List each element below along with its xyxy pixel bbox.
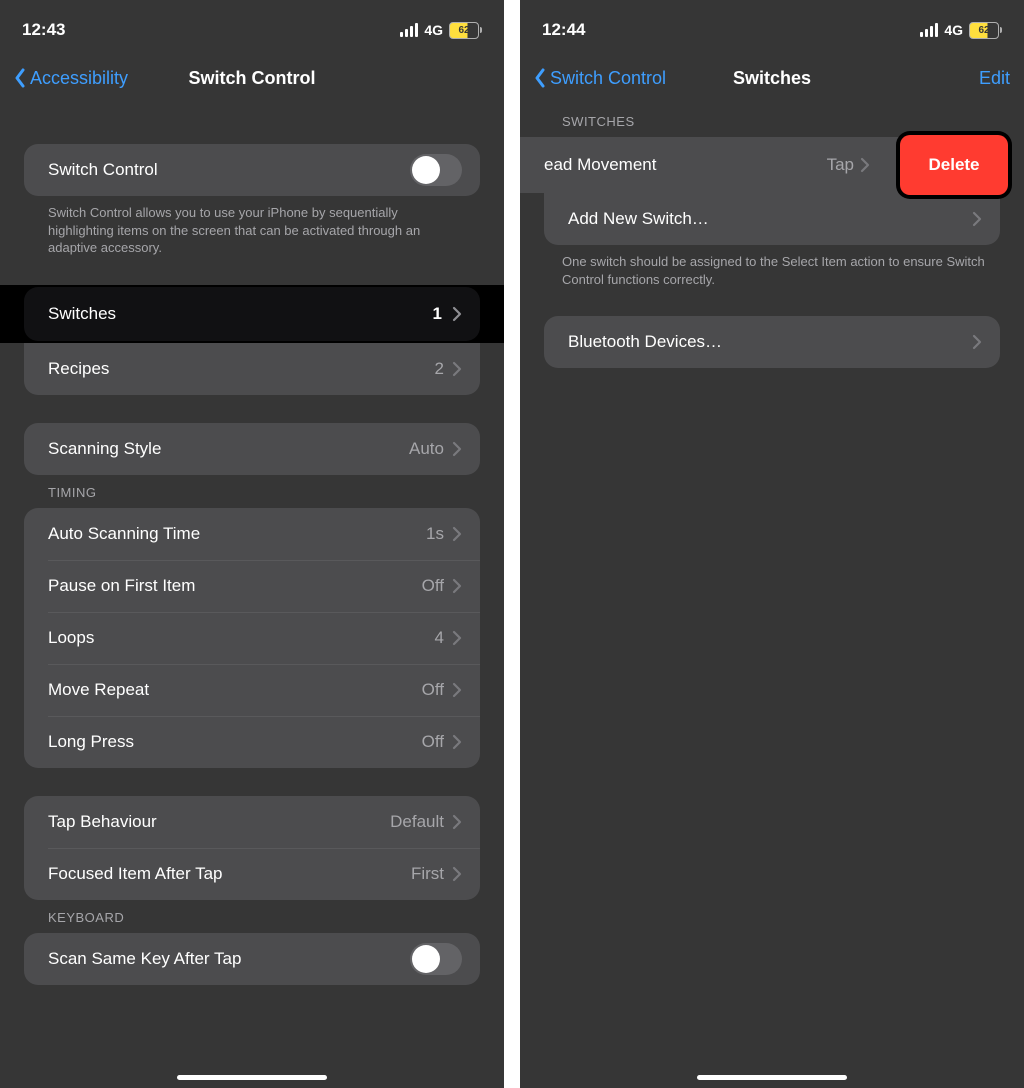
edit-button[interactable]: Edit <box>979 68 1010 89</box>
head-movement-action: Tap <box>827 155 854 175</box>
auto-scanning-time-value: 1s <box>426 524 444 544</box>
scan-same-key-label: Scan Same Key After Tap <box>48 949 410 969</box>
chevron-right-icon <box>452 306 462 322</box>
switch-control-toggle-label: Switch Control <box>48 160 410 180</box>
chevron-right-icon <box>452 682 462 698</box>
switches-row[interactable]: Switches 1 <box>0 285 504 343</box>
auto-scanning-time-label: Auto Scanning Time <box>48 524 426 544</box>
pause-first-item-label: Pause on First Item <box>48 576 422 596</box>
switches-header: SWITCHES <box>520 104 1024 137</box>
loops-label: Loops <box>48 628 435 648</box>
nav-bar: Switch Control Switches Edit <box>520 52 1024 104</box>
chevron-left-icon <box>534 68 546 88</box>
loops-row[interactable]: Loops 4 <box>24 612 480 664</box>
phone-left-switch-control: 12:43 4G 62 Accessibility Switch Control… <box>0 0 504 1088</box>
add-new-switch-row[interactable]: Add New Switch… <box>544 193 1000 245</box>
add-new-switch-label: Add New Switch… <box>568 209 972 229</box>
home-indicator[interactable] <box>177 1075 327 1080</box>
switches-footer: One switch should be assigned to the Sel… <box>520 245 1024 288</box>
chevron-right-icon <box>452 526 462 542</box>
focused-item-after-tap-row[interactable]: Focused Item After Tap First <box>24 848 480 900</box>
home-indicator[interactable] <box>697 1075 847 1080</box>
focused-item-label: Focused Item After Tap <box>48 864 411 884</box>
recipes-label: Recipes <box>48 359 435 379</box>
long-press-label: Long Press <box>48 732 422 752</box>
tap-behaviour-label: Tap Behaviour <box>48 812 390 832</box>
chevron-right-icon <box>452 630 462 646</box>
chevron-left-icon <box>14 68 26 88</box>
head-movement-switch-row[interactable]: ead Movement Tap Delete <box>544 137 1000 193</box>
switch-control-toggle-row[interactable]: Switch Control <box>24 144 480 196</box>
auto-scanning-time-row[interactable]: Auto Scanning Time 1s <box>24 508 480 560</box>
switch-control-description: Switch Control allows you to use your iP… <box>0 196 504 257</box>
bluetooth-devices-label: Bluetooth Devices… <box>568 332 972 352</box>
status-time: 12:43 <box>22 20 65 40</box>
pause-first-item-row[interactable]: Pause on First Item Off <box>24 560 480 612</box>
battery-icon: 62 <box>449 22 482 39</box>
scan-same-key-row[interactable]: Scan Same Key After Tap <box>24 933 480 985</box>
chevron-right-icon <box>452 866 462 882</box>
status-time: 12:44 <box>542 20 585 40</box>
status-bar: 12:44 4G 62 <box>520 0 1024 52</box>
tap-behaviour-value: Default <box>390 812 444 832</box>
pause-first-item-value: Off <box>422 576 444 596</box>
move-repeat-value: Off <box>422 680 444 700</box>
long-press-value: Off <box>422 732 444 752</box>
back-button[interactable]: Switch Control <box>534 68 666 89</box>
keyboard-header: KEYBOARD <box>0 900 504 933</box>
recipes-count: 2 <box>435 359 444 379</box>
network-label: 4G <box>944 22 963 38</box>
move-repeat-label: Move Repeat <box>48 680 422 700</box>
nav-bar: Accessibility Switch Control <box>0 52 504 104</box>
head-movement-label: ead Movement <box>544 155 827 175</box>
timing-header: TIMING <box>0 475 504 508</box>
chevron-right-icon <box>452 441 462 457</box>
network-label: 4G <box>424 22 443 38</box>
recipes-row[interactable]: Recipes 2 <box>24 343 480 395</box>
chevron-right-icon <box>452 734 462 750</box>
phone-right-switches: 12:44 4G 62 Switch Control Switches Edit… <box>520 0 1024 1088</box>
long-press-row[interactable]: Long Press Off <box>24 716 480 768</box>
chevron-right-icon <box>860 157 870 173</box>
switches-count: 1 <box>433 304 442 324</box>
focused-item-value: First <box>411 864 444 884</box>
scanning-style-label: Scanning Style <box>48 439 409 459</box>
signal-icon <box>920 23 938 37</box>
status-bar: 12:43 4G 62 <box>0 0 504 52</box>
chevron-right-icon <box>452 361 462 377</box>
chevron-right-icon <box>972 334 982 350</box>
chevron-right-icon <box>452 814 462 830</box>
back-label: Switch Control <box>550 68 666 89</box>
battery-icon: 62 <box>969 22 1002 39</box>
back-button[interactable]: Accessibility <box>14 68 128 89</box>
delete-button[interactable]: Delete <box>900 135 1008 195</box>
toggle-off[interactable] <box>410 154 462 186</box>
scanning-style-value: Auto <box>409 439 444 459</box>
signal-icon <box>400 23 418 37</box>
move-repeat-row[interactable]: Move Repeat Off <box>24 664 480 716</box>
loops-value: 4 <box>435 628 444 648</box>
chevron-right-icon <box>972 211 982 227</box>
tap-behaviour-row[interactable]: Tap Behaviour Default <box>24 796 480 848</box>
scanning-style-row[interactable]: Scanning Style Auto <box>24 423 480 475</box>
back-label: Accessibility <box>30 68 128 89</box>
chevron-right-icon <box>452 578 462 594</box>
switches-label: Switches <box>48 304 433 324</box>
toggle-off[interactable] <box>410 943 462 975</box>
bluetooth-devices-row[interactable]: Bluetooth Devices… <box>544 316 1000 368</box>
